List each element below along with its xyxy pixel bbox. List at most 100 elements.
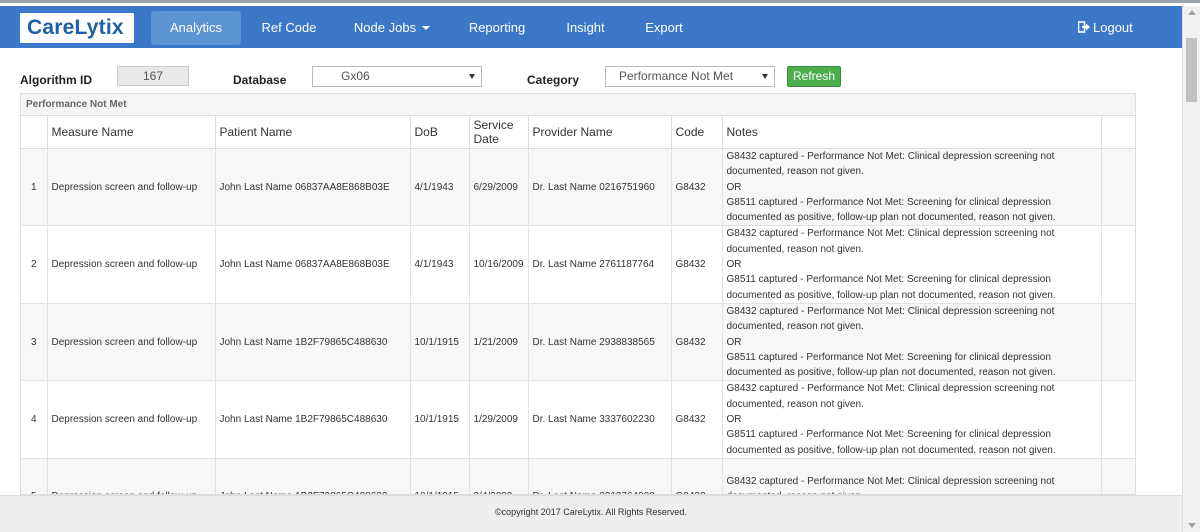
cell-row-number: 2 [21,225,48,304]
table-row[interactable]: 2 Depression screen and follow-up John Las… [21,225,1135,304]
col-header-provider[interactable]: Provider Name [528,116,672,149]
cell-dob: 4/1/1943 [410,225,470,304]
refresh-button[interactable]: Refresh [787,66,841,87]
cell-blank [1101,380,1135,459]
col-header-notes[interactable]: Notes [722,116,1102,149]
cell-code: G8432 [671,458,723,494]
table-row[interactable]: 3 Depression screen and follow-up John Las… [21,303,1135,382]
cell-patient-name: John Last Name 06837AA8E868B03E [215,148,411,227]
nav-ref-code[interactable]: Ref Code [254,11,324,45]
panel-title: Performance Not Met [21,94,1135,116]
notes-line: OR [726,414,742,426]
nav-reporting[interactable]: Reporting [462,11,532,45]
cell-code: G8432 [671,148,723,227]
cell-dob: 4/1/1943 [410,148,470,227]
scrollbar-thumb[interactable] [1186,38,1197,102]
results-table: Measure Name Patient Name DoB Service Da… [21,116,1135,494]
cell-measure-name: Depression screen and follow-up [47,380,216,459]
col-header-index [21,116,48,149]
cell-code: G8432 [671,303,723,382]
col-header-dob[interactable]: DoB [410,116,470,149]
cell-dob: 10/1/1915 [410,303,470,382]
app-window: CareLytix Analytics Ref Code Node Jobs R… [0,0,1200,532]
cell-notes: G8432 captured - Performance Not Met: Cl… [722,458,1102,494]
nav-ref-code-label: Ref Code [261,20,317,35]
cell-blank [1101,303,1135,382]
cell-service-date: 6/29/2009 [469,148,529,227]
cell-blank [1101,148,1135,227]
algorithm-id-field[interactable]: 167 [117,66,189,86]
col-header-service-date[interactable]: Service Date [469,116,529,149]
cell-provider-name: Dr. Last Name 0216751960 [528,148,672,227]
nav-node-jobs-label: Node Jobs [353,20,417,35]
database-select[interactable]: Gx06 [312,66,482,87]
category-label: Category [527,73,580,87]
logout-icon [1078,21,1090,33]
cell-patient-name: John Last Name 1B2F79865C488630 [215,303,411,382]
cell-patient-name: John Last Name 06837AA8E868B03E [215,225,411,304]
notes-line: OR [726,181,742,193]
cell-provider-name: Dr. Last Name 2938838565 [528,303,672,382]
cell-service-date: 1/29/2009 [469,380,529,459]
table-row[interactable]: 5Depression screen and follow-upJohn Las… [21,458,1135,494]
notes-line: G8511 captured - Performance Not Met: Sc… [726,351,1056,379]
cell-dob: 10/1/1915 [410,458,470,494]
logout-link[interactable]: Logout [1078,11,1133,45]
table-header-row: Measure Name Patient Name DoB Service Da… [21,116,1135,149]
cell-dob: 10/1/1915 [410,380,470,459]
notes-line: OR [726,336,742,348]
vertical-scrollbar[interactable] [1182,6,1200,532]
cell-service-date: 10/16/2009 [469,225,529,304]
cell-patient-name: John Last Name 1B2F79865C488630 [215,458,411,494]
table-row[interactable]: 4 Depression screen and follow-up John Las… [21,380,1135,459]
cell-notes: G8432 captured - Performance Not Met: Cl… [722,380,1102,459]
cell-patient-name: John Last Name 1B2F79865C488630 [215,380,411,459]
cell-provider-name: Dr. Last Name 2761187764 [528,225,672,304]
cell-code: G8432 [671,380,723,459]
results-panel: Performance Not Met Measure Name Patient… [20,93,1136,495]
col-header-blank [1101,116,1135,149]
nav-analytics[interactable]: Analytics [151,11,241,45]
notes-line: G8511 captured - Performance Not Met: Sc… [726,274,1056,301]
cell-measure-name: Depression screen and follow-up [47,225,216,304]
notes-line: G8432 captured - Performance Not Met: Cl… [726,383,1055,410]
database-select-value: Gx06 [341,69,370,83]
cell-code: G8432 [671,225,723,304]
nav-export[interactable]: Export [638,11,690,45]
notes-line: G8432 captured - Performance Not Met: Cl… [726,151,1055,178]
cell-row-number: 1 [21,148,48,227]
nav-node-jobs[interactable]: Node Jobs [347,11,437,45]
cell-provider-name: Dr. Last Name 3337602230 [528,380,672,459]
footer-copyright: ©copyright 2017 CareLytix. All Rights Re… [0,495,1182,532]
nav-export-label: Export [645,20,683,35]
col-header-measure[interactable]: Measure Name [47,116,216,149]
cell-measure-name: Depression screen and follow-up [47,303,216,382]
brand-logo[interactable]: CareLytix [20,13,134,43]
nav-reporting-label: Reporting [468,20,526,35]
cell-service-date: 2/4/2009 [469,458,529,494]
col-header-code[interactable]: Code [671,116,723,149]
cell-blank [1101,458,1135,494]
brand-name: CareLytix [27,16,124,39]
col-header-patient[interactable]: Patient Name [215,116,411,149]
notes-line: G8432 captured - Performance Not Met: Cl… [726,228,1055,255]
chevron-down-icon [762,74,768,79]
logout-label: Logout [1093,20,1133,35]
cell-provider-name: Dr. Last Name 0313764908 [528,458,672,494]
table-row[interactable]: 1 Depression screen and follow-up John Las… [21,148,1135,227]
algorithm-id-label: Algorithm ID [20,73,92,87]
scroll-down-icon[interactable] [1188,523,1196,528]
category-select[interactable]: Performance Not Met [605,66,775,87]
cell-measure-name: Depression screen and follow-up [47,148,216,227]
notes-line: G8432 captured - Performance Not Met: Cl… [726,475,1055,494]
nav-analytics-label: Analytics [169,20,223,35]
notes-line: G8432 captured - Performance Not Met: Cl… [726,305,1055,333]
nav-insight[interactable]: Insight [558,11,613,45]
category-select-value: Performance Not Met [619,69,734,83]
top-navbar: CareLytix Analytics Ref Code Node Jobs R… [0,6,1182,48]
scroll-up-icon[interactable] [1188,10,1196,15]
caret-down-icon [422,26,431,30]
nav-insight-label: Insight [566,20,605,35]
cell-notes: G8432 captured - Performance Not Met: Cl… [722,148,1102,227]
cell-measure-name: Depression screen and follow-up [47,458,216,494]
